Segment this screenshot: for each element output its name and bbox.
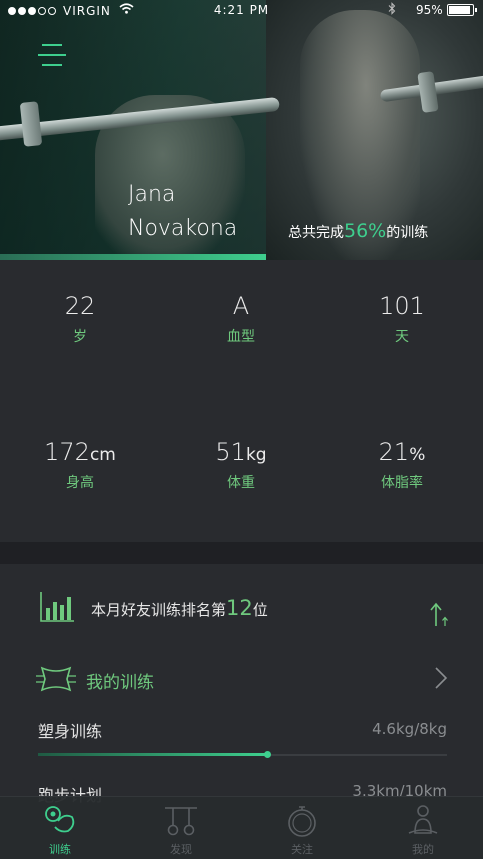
completion-percent: 56% <box>344 220 387 242</box>
stat-unit: cm <box>89 445 116 465</box>
tab-label: 发现 <box>170 843 192 856</box>
my-training-title[interactable]: 我的训练 <box>86 668 154 693</box>
stat-blood-type: A 血型 <box>161 292 321 346</box>
stat-days: 101 天 <box>322 292 482 346</box>
chevron-right-icon[interactable] <box>434 666 448 690</box>
profile-stats: 22 岁 A 血型 101 天 172cm 身高 51kg 体重 21% 体脂率 <box>0 260 483 542</box>
training-row-label[interactable]: 塑身训练 <box>38 718 102 742</box>
stat-label: 血型 <box>227 329 255 345</box>
tab-follow[interactable]: 关注 <box>242 797 362 859</box>
tab-profile[interactable]: 我的 <box>363 797 483 859</box>
timer-icon <box>288 806 316 837</box>
section-divider <box>0 542 483 564</box>
training-progress-fill <box>38 753 267 756</box>
user-name: Jana Novakona <box>128 178 237 246</box>
rank-up-icon <box>430 602 450 633</box>
stat-value: 51 <box>215 438 246 466</box>
bar-chart-icon <box>40 592 74 622</box>
discover-icon <box>165 807 197 836</box>
ranking-suffix: 位 <box>252 601 268 619</box>
stat-value: 21 <box>378 438 410 466</box>
tab-label: 训练 <box>49 843 71 856</box>
stat-age: 22 岁 <box>0 292 160 346</box>
ranking-number: 12 <box>226 596 253 620</box>
training-completion: 总共完成56%的训练 <box>288 220 428 242</box>
stat-label: 体脂率 <box>381 475 423 491</box>
completion-prefix: 总共完成 <box>288 225 344 241</box>
training-row-value: 4.6kg/8kg <box>372 720 447 738</box>
stat-value: 172 <box>44 438 90 466</box>
user-first-name: Jana <box>128 182 176 207</box>
stat-label: 体重 <box>227 475 255 491</box>
battery-percent: 95% <box>416 3 443 17</box>
training-progress-knob <box>264 751 271 758</box>
stat-unit: % <box>409 445 426 465</box>
stat-value: 22 <box>64 292 96 320</box>
stat-value: A <box>232 292 250 320</box>
status-time: 4:21 PM <box>213 3 270 17</box>
friend-ranking[interactable]: 本月好友训练排名第12位 <box>91 596 268 620</box>
training-icon <box>36 662 76 696</box>
tab-bar: 训练 发现 关注 我的 <box>0 796 483 859</box>
bluetooth-icon <box>388 2 396 18</box>
tab-label: 我的 <box>412 843 434 856</box>
tab-training[interactable]: 训练 <box>0 797 120 859</box>
stat-label: 身高 <box>66 475 94 491</box>
stat-label: 岁 <box>73 329 87 345</box>
training-tab-icon <box>45 806 75 833</box>
profile-hero: Jana Novakona 总共完成56%的训练 <box>0 0 483 260</box>
stat-label: 天 <box>395 329 409 345</box>
stat-height: 172cm 身高 <box>0 438 160 492</box>
stat-weight: 51kg 体重 <box>161 438 321 492</box>
stat-value: 101 <box>379 292 425 320</box>
stat-body-fat: 21% 体脂率 <box>322 438 482 492</box>
user-last-name: Novakona <box>128 216 238 241</box>
completion-suffix: 的训练 <box>386 225 429 241</box>
battery-icon <box>447 4 477 16</box>
ranking-prefix: 本月好友训练排名第 <box>91 601 227 619</box>
status-bar: VIRGIN 4:21 PM 95% <box>0 0 483 20</box>
stat-unit: kg <box>245 445 267 465</box>
tab-discover[interactable]: 发现 <box>121 797 241 859</box>
tab-label: 关注 <box>291 843 313 856</box>
menu-icon[interactable] <box>38 44 66 68</box>
profile-icon <box>408 805 438 834</box>
